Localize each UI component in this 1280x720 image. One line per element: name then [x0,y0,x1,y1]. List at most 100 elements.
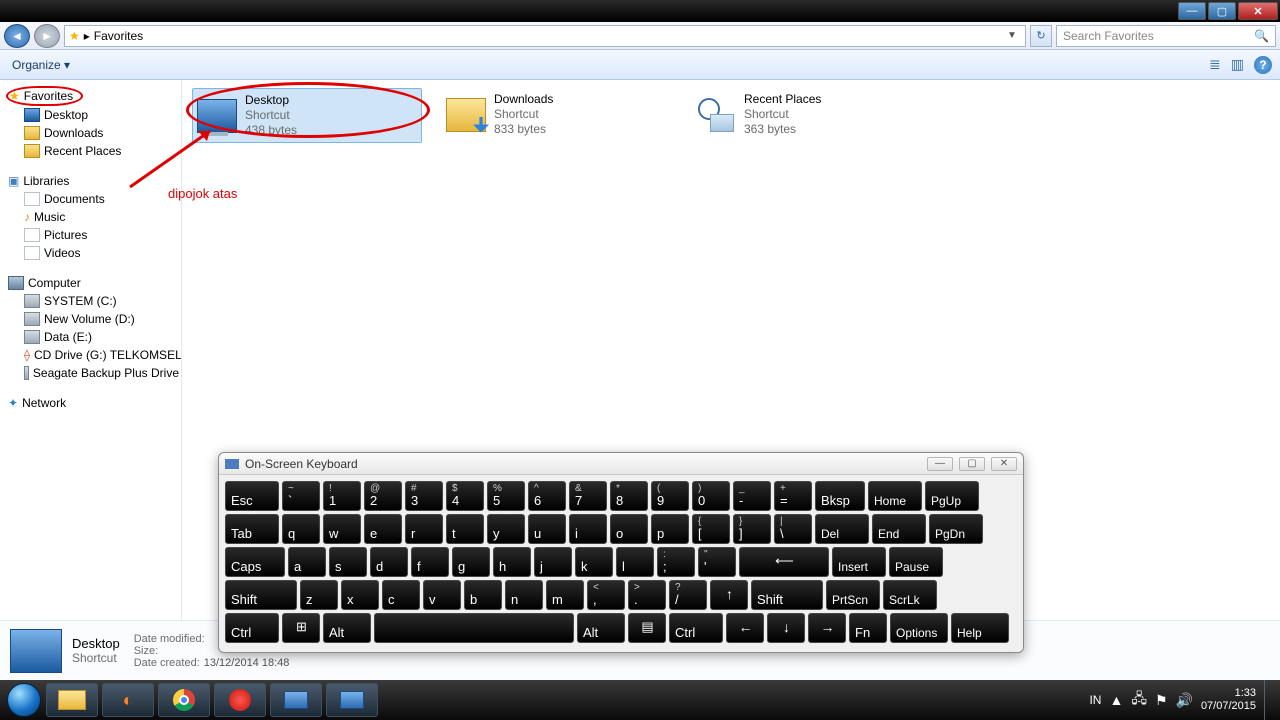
sidebar-item-system-c[interactable]: SYSTEM (C:) [6,292,181,310]
osk-key[interactable]: d [370,547,408,577]
osk-key[interactable]: *8 [610,481,648,511]
osk-key[interactable]: PrtScn [826,580,880,610]
breadcrumb[interactable]: ★ ▸ Favorites ▼ [64,25,1026,47]
osk-key[interactable]: g [452,547,490,577]
osk-key[interactable]: _- [733,481,771,511]
close-button[interactable]: ✕ [1238,2,1278,20]
on-screen-keyboard-window[interactable]: On-Screen Keyboard — ▢ ✕ Esc~`!1@2#3$4%5… [218,452,1024,653]
osk-key[interactable]: Esc [225,481,279,511]
osk-key[interactable]: PgUp [925,481,979,511]
sidebar-item-downloads[interactable]: Downloads [6,124,181,142]
osk-key[interactable]: Pause [889,547,943,577]
osk-key[interactable]: → [808,613,846,643]
maximize-button[interactable]: ▢ [1208,2,1236,20]
refresh-button[interactable]: ↻ [1030,25,1052,47]
file-item-recent-places[interactable]: Recent Places Shortcut 363 bytes [692,88,922,141]
osk-key[interactable]: k [575,547,613,577]
back-button[interactable]: ◄ [4,24,30,48]
help-button[interactable]: ? [1254,56,1272,74]
osk-key[interactable]: v [423,580,461,610]
osk-key[interactable]: Help [951,613,1009,643]
sidebar-item-videos[interactable]: Videos [6,244,181,262]
tray-network-icon[interactable]: 🖧 [1131,688,1147,712]
preview-pane-button[interactable]: ▥ [1231,56,1244,73]
osk-key[interactable]: )0 [692,481,730,511]
osk-key[interactable]: |\ [774,514,812,544]
tray-volume-icon[interactable]: 🔊 [1176,692,1193,709]
osk-key[interactable]: b [464,580,502,610]
language-indicator[interactable]: IN [1089,693,1101,707]
osk-close-button[interactable]: ✕ [991,457,1017,471]
tray-hidden-icons[interactable]: ▲ [1109,692,1123,708]
osk-key[interactable]: >. [628,580,666,610]
start-button[interactable] [4,680,44,720]
osk-key[interactable]: &7 [569,481,607,511]
osk-key[interactable]: s [329,547,367,577]
osk-key[interactable]: #3 [405,481,443,511]
osk-minimize-button[interactable]: — [927,457,953,471]
osk-key[interactable]: End [872,514,926,544]
osk-key[interactable]: u [528,514,566,544]
osk-key[interactable]: l [616,547,654,577]
sidebar-computer-header[interactable]: Computer [6,274,181,292]
osk-key[interactable]: Shift [751,580,823,610]
osk-key[interactable]: h [493,547,531,577]
osk-key[interactable]: "' [698,547,736,577]
osk-key[interactable]: @2 [364,481,402,511]
osk-key[interactable]: Del [815,514,869,544]
osk-key[interactable]: e [364,514,402,544]
osk-key[interactable]: a [288,547,326,577]
tray-action-center-icon[interactable]: ⚑ [1155,692,1168,709]
taskbar-app-1[interactable] [270,683,322,717]
minimize-button[interactable]: — [1178,2,1206,20]
sidebar-item-recent-places[interactable]: Recent Places [6,142,181,160]
show-desktop-button[interactable] [1264,680,1274,720]
osk-key[interactable]: o [610,514,648,544]
search-input[interactable]: Search Favorites 🔍 [1056,25,1276,47]
osk-key[interactable]: ← [726,613,764,643]
osk-key[interactable]: Home [868,481,922,511]
osk-key[interactable]: t [446,514,484,544]
view-options-button[interactable]: ≣ [1209,56,1221,73]
osk-key[interactable]: }] [733,514,771,544]
osk-key[interactable]: Ctrl [669,613,723,643]
osk-key[interactable] [374,613,574,643]
osk-key[interactable]: c [382,580,420,610]
taskbar-firefox[interactable]: ◐ [102,683,154,717]
osk-key[interactable]: y [487,514,525,544]
address-history-dropdown[interactable]: ▼ [1003,30,1021,41]
osk-key[interactable]: Options [890,613,948,643]
osk-key[interactable]: ~` [282,481,320,511]
sidebar-network-header[interactable]: ✦Network [6,394,181,412]
osk-key[interactable]: r [405,514,443,544]
osk-key[interactable]: Bksp [815,481,865,511]
osk-key[interactable]: ↑ [710,580,748,610]
sidebar-item-desktop[interactable]: Desktop [6,106,181,124]
osk-key[interactable]: ^6 [528,481,566,511]
taskbar-explorer[interactable] [46,683,98,717]
forward-button[interactable]: ► [34,24,60,48]
osk-key[interactable]: Insert [832,547,886,577]
osk-key[interactable]: i [569,514,607,544]
osk-key[interactable]: Alt [323,613,371,643]
osk-key[interactable]: !1 [323,481,361,511]
sidebar-favorites-header[interactable]: ★ Favorites [6,86,83,106]
osk-key[interactable]: :; [657,547,695,577]
taskbar-chrome[interactable] [158,683,210,717]
sidebar-item-documents[interactable]: Documents [6,190,181,208]
osk-key[interactable]: j [534,547,572,577]
osk-key[interactable]: n [505,580,543,610]
osk-key[interactable]: z [300,580,338,610]
tray-clock[interactable]: 1:33 07/07/2015 [1201,687,1256,712]
osk-key[interactable]: Shift [225,580,297,610]
osk-key[interactable]: f [411,547,449,577]
sidebar-item-seagate[interactable]: Seagate Backup Plus Drive [6,364,181,382]
sidebar-item-pictures[interactable]: Pictures [6,226,181,244]
osk-key[interactable]: (9 [651,481,689,511]
sidebar-item-music[interactable]: ♪Music [6,208,181,226]
osk-key[interactable]: Caps [225,547,285,577]
osk-key[interactable]: ⟵ [739,547,829,577]
osk-key[interactable]: $4 [446,481,484,511]
file-item-downloads[interactable]: Downloads Shortcut 833 bytes [442,88,672,141]
osk-key[interactable]: q [282,514,320,544]
